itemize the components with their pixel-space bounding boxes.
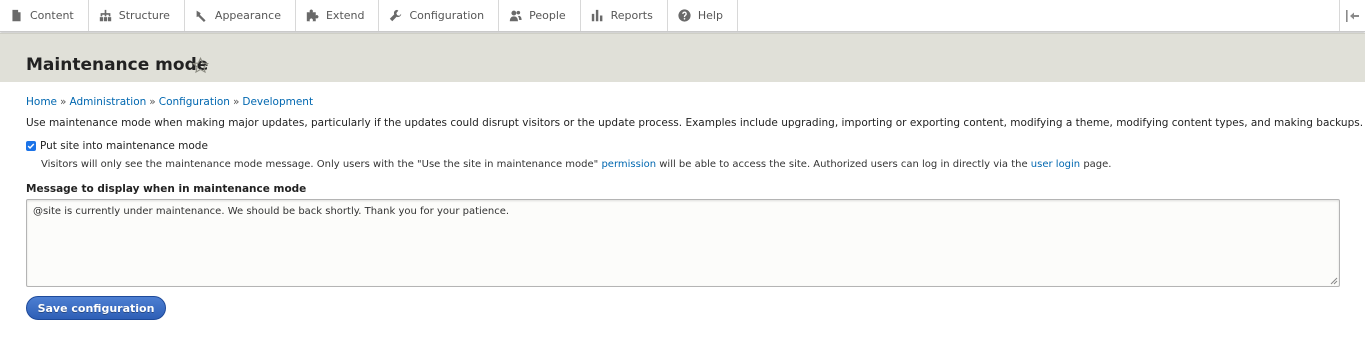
permission-link[interactable]: permission <box>601 159 656 170</box>
toolbar-item-label: Reports <box>610 9 653 22</box>
toolbar-item-label: Configuration <box>409 9 485 22</box>
toolbar-item-appearance[interactable]: Appearance <box>185 0 296 31</box>
paintbrush-icon <box>196 10 206 22</box>
page-title: Maintenance mode <box>26 55 209 75</box>
breadcrumb-separator: » <box>60 96 67 108</box>
toolbar-item-label: Extend <box>325 9 365 22</box>
help-text: Visitors will only see the maintenance m… <box>41 159 602 170</box>
maintenance-mode-help: Visitors will only see the maintenance m… <box>41 159 1112 170</box>
toolbar-orientation-toggle[interactable] <box>1339 0 1365 31</box>
breadcrumb: Home» Administration» Configuration» Develo… <box>26 96 313 108</box>
checkmark-icon <box>27 143 35 150</box>
toolbar-item-help[interactable]: Help <box>668 0 738 31</box>
toolbar-item-label: Help <box>697 9 723 22</box>
breadcrumb-link-configuration[interactable]: Configuration <box>159 96 230 108</box>
wrench-icon <box>390 9 402 22</box>
help-icon <box>678 9 691 22</box>
bar-chart-icon <box>591 9 603 22</box>
toolbar-item-label: Appearance <box>214 9 281 22</box>
toolbar-item-reports[interactable]: Reports <box>581 0 668 31</box>
maintenance-message-textarea[interactable]: @site is currently under maintenance. We… <box>26 199 1340 287</box>
help-text: page. <box>1080 159 1112 170</box>
hierarchy-icon <box>99 9 111 22</box>
breadcrumb-link-development[interactable]: Development <box>242 96 313 108</box>
star-icon[interactable] <box>192 57 209 74</box>
maintenance-mode-label[interactable]: Put site into maintenance mode <box>40 140 208 152</box>
maintenance-mode-checkbox[interactable] <box>26 141 36 151</box>
breadcrumb-separator: » <box>232 96 240 108</box>
page-description: Use maintenance mode when making major u… <box>26 117 1364 129</box>
breadcrumb-separator: » <box>149 96 156 108</box>
toolbar-item-label: Structure <box>118 9 170 22</box>
save-configuration-button[interactable]: Save configuration <box>26 296 166 320</box>
admin-toolbar: Content Structure Appearance Extend Conf… <box>0 0 1365 32</box>
user-login-link[interactable]: user login <box>1031 159 1080 170</box>
collapse-toolbar-icon <box>1345 9 1359 22</box>
toolbar-item-extend[interactable]: Extend <box>296 0 380 31</box>
breadcrumb-link-home[interactable]: Home <box>26 96 57 108</box>
toolbar-item-label: Content <box>30 9 74 22</box>
resize-grip-icon[interactable] <box>1330 277 1338 285</box>
document-icon <box>12 9 21 22</box>
people-icon <box>509 10 522 22</box>
toolbar-item-structure[interactable]: Structure <box>89 0 185 31</box>
message-field-label: Message to display when in maintenance m… <box>26 183 307 195</box>
help-text: will be able to access the site. Authori… <box>656 159 1031 170</box>
page-header: Maintenance mode <box>0 33 1365 82</box>
toolbar-item-content[interactable]: Content <box>0 0 89 31</box>
breadcrumb-link-administration[interactable]: Administration <box>69 96 146 108</box>
maintenance-mode-option: Put site into maintenance mode <box>26 140 208 152</box>
toolbar-item-people[interactable]: People <box>499 0 581 31</box>
toolbar-item-label: People <box>529 9 566 22</box>
puzzle-icon <box>306 9 319 22</box>
toolbar-item-configuration[interactable]: Configuration <box>379 0 500 31</box>
